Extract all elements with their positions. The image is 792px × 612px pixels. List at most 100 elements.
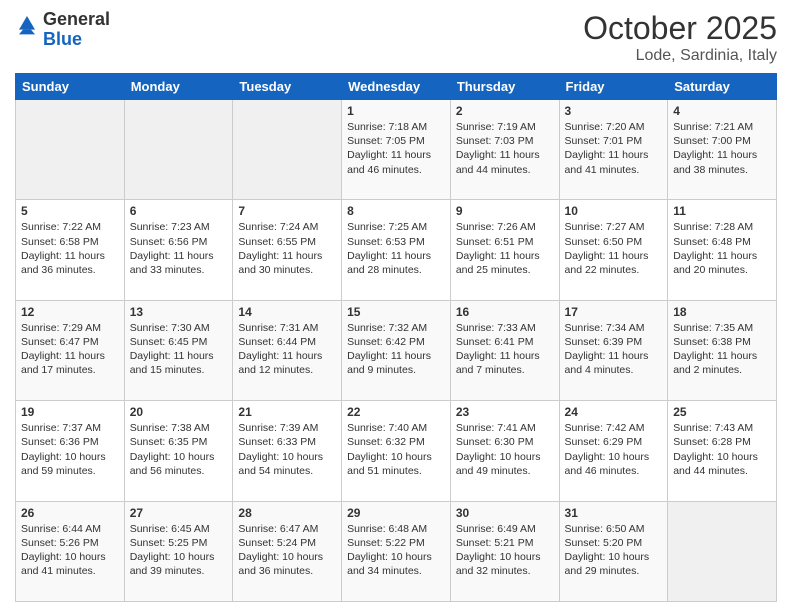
calendar-cell: 6Sunrise: 7:23 AM Sunset: 6:56 PM Daylig…: [124, 200, 233, 300]
calendar-cell: 30 Sunrise: 6:49 AM Sunset: 5:21 PM Dayli…: [450, 501, 559, 601]
calendar-week-2: 5 Sunrise: 7:22 AM Sunset: 6:58 PM Daylig…: [16, 200, 777, 300]
calendar-cell: 26Sunrise: 6:44 AM Sunset: 5:26 PM Dayli…: [16, 501, 125, 601]
day-number: 14: [238, 305, 336, 319]
day-number: 21: [238, 405, 336, 419]
logo-blue-text: Blue: [43, 29, 82, 49]
calendar-week-4: 19 Sunrise: 7:37 AM Sunset: 6:36 PM Dayli…: [16, 401, 777, 501]
calendar-week-3: 12Sunrise: 7:29 AM Sunset: 6:47 PM Dayli…: [16, 300, 777, 400]
day-number: 25: [673, 405, 771, 419]
calendar-cell: 8Sunrise: 7:25 AM Sunset: 6:53 PM Daylig…: [342, 200, 451, 300]
day-info: Sunrise: 7:18 AM Sunset: 7:05 PM Dayligh…: [347, 120, 445, 177]
calendar-cell: 18 Sunrise: 7:35 AM Sunset: 6:38 PM Dayli…: [668, 300, 777, 400]
calendar-cell: 28 Sunrise: 6:47 AM Sunset: 5:24 PM Dayli…: [233, 501, 342, 601]
day-number: 16: [456, 305, 554, 319]
day-info: Sunrise: 7:30 AM Sunset: 6:45 PM Dayligh…: [130, 321, 228, 378]
calendar-cell: 3 Sunrise: 7:20 AM Sunset: 7:01 PM Daylig…: [559, 100, 668, 200]
day-number: 18: [673, 305, 771, 319]
calendar-cell: 31Sunrise: 6:50 AM Sunset: 5:20 PM Dayli…: [559, 501, 668, 601]
calendar-cell: 1 Sunrise: 7:18 AM Sunset: 7:05 PM Daylig…: [342, 100, 451, 200]
day-number: 1: [347, 104, 445, 118]
day-info: Sunrise: 6:48 AM Sunset: 5:22 PM Dayligh…: [347, 522, 445, 579]
day-info: Sunrise: 6:47 AM Sunset: 5:24 PM Dayligh…: [238, 522, 336, 579]
calendar-cell: 11Sunrise: 7:28 AM Sunset: 6:48 PM Dayli…: [668, 200, 777, 300]
weekday-header-thursday: Thursday: [450, 74, 559, 100]
day-info: Sunrise: 7:37 AM Sunset: 6:36 PM Dayligh…: [21, 421, 119, 478]
calendar-cell: 29 Sunrise: 6:48 AM Sunset: 5:22 PM Dayli…: [342, 501, 451, 601]
day-number: 29: [347, 506, 445, 520]
calendar-cell: [668, 501, 777, 601]
calendar-cell: 4Sunrise: 7:21 AM Sunset: 7:00 PM Daylig…: [668, 100, 777, 200]
day-info: Sunrise: 7:24 AM Sunset: 6:55 PM Dayligh…: [238, 220, 336, 277]
day-number: 15: [347, 305, 445, 319]
day-info: Sunrise: 7:34 AM Sunset: 6:39 PM Dayligh…: [565, 321, 663, 378]
day-number: 3: [565, 104, 663, 118]
calendar-cell: 5 Sunrise: 7:22 AM Sunset: 6:58 PM Daylig…: [16, 200, 125, 300]
day-number: 30: [456, 506, 554, 520]
day-info: Sunrise: 7:38 AM Sunset: 6:35 PM Dayligh…: [130, 421, 228, 478]
day-number: 8: [347, 204, 445, 218]
calendar-cell: 21Sunrise: 7:39 AM Sunset: 6:33 PM Dayli…: [233, 401, 342, 501]
calendar-cell: 24 Sunrise: 7:42 AM Sunset: 6:29 PM Dayli…: [559, 401, 668, 501]
day-number: 9: [456, 204, 554, 218]
calendar-cell: 10 Sunrise: 7:27 AM Sunset: 6:50 PM Dayli…: [559, 200, 668, 300]
day-info: Sunrise: 7:33 AM Sunset: 6:41 PM Dayligh…: [456, 321, 554, 378]
calendar-table: SundayMondayTuesdayWednesdayThursdayFrid…: [15, 73, 777, 602]
calendar-cell: 16 Sunrise: 7:33 AM Sunset: 6:41 PM Dayli…: [450, 300, 559, 400]
weekday-header-tuesday: Tuesday: [233, 74, 342, 100]
day-info: Sunrise: 7:35 AM Sunset: 6:38 PM Dayligh…: [673, 321, 771, 378]
day-number: 6: [130, 204, 228, 218]
day-info: Sunrise: 6:49 AM Sunset: 5:21 PM Dayligh…: [456, 522, 554, 579]
logo-icon: [15, 12, 39, 36]
day-info: Sunrise: 7:32 AM Sunset: 6:42 PM Dayligh…: [347, 321, 445, 378]
calendar-week-5: 26Sunrise: 6:44 AM Sunset: 5:26 PM Dayli…: [16, 501, 777, 601]
day-info: Sunrise: 7:26 AM Sunset: 6:51 PM Dayligh…: [456, 220, 554, 277]
calendar-week-1: 1 Sunrise: 7:18 AM Sunset: 7:05 PM Daylig…: [16, 100, 777, 200]
month-title: October 2025: [583, 10, 777, 47]
day-number: 5: [21, 204, 119, 218]
day-number: 11: [673, 204, 771, 218]
day-number: 17: [565, 305, 663, 319]
day-info: Sunrise: 7:19 AM Sunset: 7:03 PM Dayligh…: [456, 120, 554, 177]
calendar-cell: 20 Sunrise: 7:38 AM Sunset: 6:35 PM Dayli…: [124, 401, 233, 501]
day-number: 22: [347, 405, 445, 419]
weekday-header-saturday: Saturday: [668, 74, 777, 100]
day-number: 13: [130, 305, 228, 319]
calendar-cell: 27Sunrise: 6:45 AM Sunset: 5:25 PM Dayli…: [124, 501, 233, 601]
day-info: Sunrise: 7:42 AM Sunset: 6:29 PM Dayligh…: [565, 421, 663, 478]
logo-general-text: General: [43, 9, 110, 29]
day-number: 10: [565, 204, 663, 218]
day-info: Sunrise: 6:50 AM Sunset: 5:20 PM Dayligh…: [565, 522, 663, 579]
day-number: 28: [238, 506, 336, 520]
day-number: 20: [130, 405, 228, 419]
day-info: Sunrise: 7:22 AM Sunset: 6:58 PM Dayligh…: [21, 220, 119, 277]
calendar-cell: 13 Sunrise: 7:30 AM Sunset: 6:45 PM Dayli…: [124, 300, 233, 400]
location: Lode, Sardinia, Italy: [583, 47, 777, 65]
weekday-header-sunday: Sunday: [16, 74, 125, 100]
logo: General Blue: [15, 10, 110, 50]
weekday-header-monday: Monday: [124, 74, 233, 100]
day-number: 7: [238, 204, 336, 218]
day-number: 27: [130, 506, 228, 520]
page: General Blue October 2025 Lode, Sardinia…: [0, 0, 792, 612]
day-info: Sunrise: 7:20 AM Sunset: 7:01 PM Dayligh…: [565, 120, 663, 177]
day-number: 26: [21, 506, 119, 520]
day-info: Sunrise: 7:27 AM Sunset: 6:50 PM Dayligh…: [565, 220, 663, 277]
calendar-cell: 22 Sunrise: 7:40 AM Sunset: 6:32 PM Dayli…: [342, 401, 451, 501]
calendar-cell: 14 Sunrise: 7:31 AM Sunset: 6:44 PM Dayli…: [233, 300, 342, 400]
calendar-cell: [124, 100, 233, 200]
header: General Blue October 2025 Lode, Sardinia…: [15, 10, 777, 65]
calendar-cell: [233, 100, 342, 200]
day-number: 2: [456, 104, 554, 118]
day-number: 24: [565, 405, 663, 419]
calendar-cell: 15 Sunrise: 7:32 AM Sunset: 6:42 PM Dayli…: [342, 300, 451, 400]
calendar-cell: 19 Sunrise: 7:37 AM Sunset: 6:36 PM Dayli…: [16, 401, 125, 501]
calendar-cell: 12Sunrise: 7:29 AM Sunset: 6:47 PM Dayli…: [16, 300, 125, 400]
day-info: Sunrise: 7:31 AM Sunset: 6:44 PM Dayligh…: [238, 321, 336, 378]
day-info: Sunrise: 7:29 AM Sunset: 6:47 PM Dayligh…: [21, 321, 119, 378]
day-info: Sunrise: 7:43 AM Sunset: 6:28 PM Dayligh…: [673, 421, 771, 478]
calendar-cell: 23Sunrise: 7:41 AM Sunset: 6:30 PM Dayli…: [450, 401, 559, 501]
day-number: 19: [21, 405, 119, 419]
day-number: 4: [673, 104, 771, 118]
weekday-header-friday: Friday: [559, 74, 668, 100]
day-info: Sunrise: 7:40 AM Sunset: 6:32 PM Dayligh…: [347, 421, 445, 478]
